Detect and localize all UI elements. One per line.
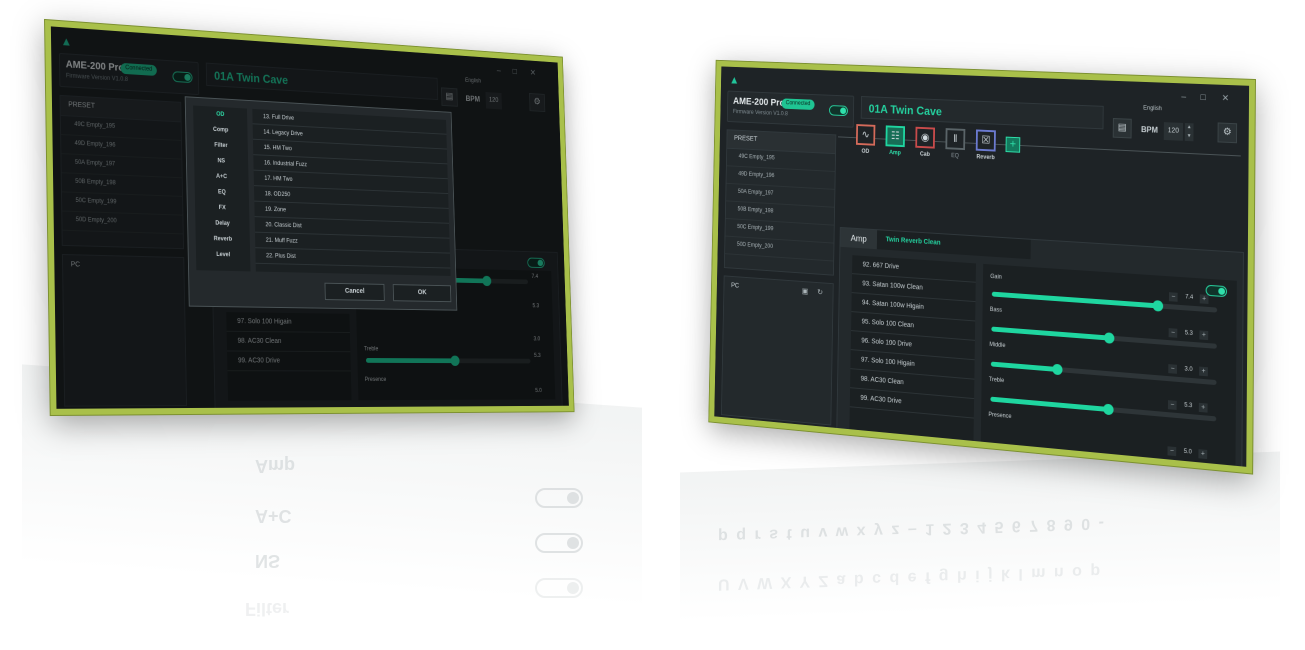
middle-slider[interactable] — [990, 361, 1217, 386]
firmware-version: Firmware Version V1.0.8 — [732, 109, 788, 118]
treble-value: 5.3 — [1184, 402, 1193, 410]
language-select[interactable]: English — [1143, 106, 1162, 113]
bass-minus[interactable]: − — [1168, 328, 1178, 338]
category-level[interactable]: Level — [196, 247, 250, 264]
presence-minus[interactable]: − — [1167, 446, 1177, 457]
reflection-toggle — [535, 533, 583, 553]
app-window-left: ▲ AME-200 Pro Connected Firmware Version… — [45, 20, 574, 416]
gain-value: 7.4 — [1185, 294, 1194, 301]
category-reverb[interactable]: Reverb — [196, 231, 250, 248]
category-delay[interactable]: Delay — [195, 215, 249, 232]
connect-toggle[interactable] — [828, 105, 848, 117]
module-reverb[interactable]: ☒ Reverb — [968, 129, 1004, 161]
logo-icon: ▲ — [729, 73, 740, 87]
presence-plus[interactable]: + — [1198, 449, 1208, 460]
amp-model-name: Twin Reverb Clean — [876, 230, 1031, 260]
category-fx[interactable]: FX — [195, 199, 249, 217]
category-list: OD Comp Filter NS A+C EQ FX Delay Reverb… — [193, 105, 251, 272]
amp-model-list: 92. 667 Drive 93. Satan 100w Clean 94. S… — [849, 255, 976, 448]
effect-list: 13. Full Drive 14. Legacy Drive 15. HM T… — [252, 108, 451, 276]
amp-enable-toggle[interactable] — [1205, 284, 1228, 298]
gain-minus[interactable]: − — [1168, 292, 1178, 302]
reflection-toggle — [535, 578, 583, 598]
middle-minus[interactable]: − — [1168, 364, 1177, 374]
minimize-button[interactable]: – — [1181, 91, 1186, 101]
app-window-right: ▲ AME-200 Pro Connected Firmware Version… — [709, 60, 1255, 474]
middle-value: 3.0 — [1184, 366, 1193, 374]
device-name: AME-200 Pro — [732, 96, 785, 109]
tab-amp[interactable]: Amp — [840, 227, 878, 250]
pc-label: PC — [730, 282, 740, 290]
maximize-button[interactable]: □ — [1200, 92, 1205, 102]
product-showcase: ▲ AME-200 Pro Connected Firmware Version… — [0, 0, 1305, 650]
reflection-text: NS — [255, 551, 281, 571]
amp-icon: ☷ — [885, 125, 906, 148]
ok-button[interactable]: OK — [392, 284, 452, 303]
presence-label: Presence — [988, 412, 1012, 421]
bass-label: Bass — [989, 307, 1002, 314]
treble-minus[interactable]: − — [1167, 400, 1177, 410]
cancel-button[interactable]: Cancel — [324, 282, 385, 302]
close-button[interactable]: ✕ — [1222, 93, 1229, 104]
amp-panel: Amp Twin Reverb Clean 92. 667 Drive 93. … — [836, 226, 1244, 474]
reflection-text: Filter — [245, 599, 290, 619]
pc-panel: PC ▣ ↻ — [720, 275, 834, 426]
wave-icon: ∿ — [855, 124, 876, 146]
treble-slider[interactable] — [990, 396, 1217, 422]
reflection-toggle — [535, 488, 583, 508]
eq-icon: ‖ — [945, 128, 966, 151]
reflection-text: A+C — [255, 506, 292, 526]
refresh-icon[interactable]: ↻ — [817, 288, 823, 297]
folder-icon[interactable]: ▣ — [802, 287, 809, 296]
add-module-button[interactable]: + — [1005, 136, 1021, 153]
preset-list: PRESET 49C Empty_195 49D Empty_196 50A E… — [723, 129, 837, 276]
status-badge: Connected — [781, 98, 815, 111]
reverb-icon: ☒ — [975, 129, 996, 152]
amp-param-panel: Gain − 7.4 + Bass − 5.3 + Middle − 3.0 +… — [980, 263, 1237, 473]
gain-plus[interactable]: + — [1199, 294, 1209, 304]
effect-picker-dialog: OD Comp Filter NS A+C EQ FX Delay Reverb… — [184, 96, 458, 311]
reflection-text: Amp — [255, 456, 295, 476]
device-box: AME-200 Pro Connected Firmware Version V… — [726, 90, 855, 128]
presence-value: 5.0 — [1183, 448, 1192, 456]
bass-plus[interactable]: + — [1199, 330, 1209, 341]
gain-label: Gain — [990, 274, 1002, 281]
preset-title: 01A Twin Cave — [868, 101, 942, 119]
treble-plus[interactable]: + — [1198, 402, 1208, 413]
bass-value: 5.3 — [1184, 330, 1193, 337]
treble-label: Treble — [988, 376, 1005, 385]
cab-icon: ◉ — [915, 126, 936, 149]
middle-label: Middle — [989, 341, 1006, 350]
middle-plus[interactable]: + — [1199, 366, 1208, 377]
